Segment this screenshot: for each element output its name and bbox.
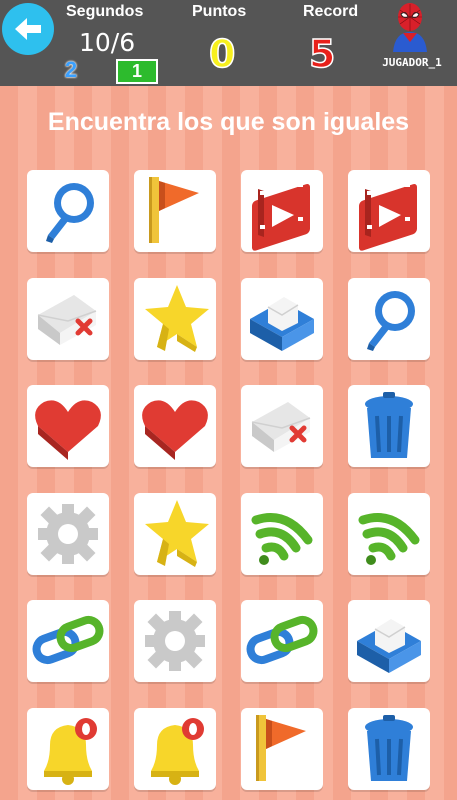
arrow-left-icon [15,18,41,40]
card-tile[interactable] [27,492,109,575]
timer-value: 10/6 [79,28,136,57]
card-tile[interactable] [241,492,323,575]
inbox-icon [250,296,314,351]
card-tile[interactable] [27,170,109,252]
mail-delete-icon [37,294,97,345]
heart-icon [35,400,101,461]
mail-delete-icon [251,402,311,453]
card-tile[interactable] [134,277,216,360]
card-tile[interactable] [134,492,216,575]
card-tile[interactable] [241,170,323,252]
bell-icon [151,717,204,785]
card-tile[interactable] [348,170,430,252]
card-tile[interactable] [348,492,430,575]
instruction-title: Encuentra los que son iguales [47,108,410,136]
card-tile[interactable] [134,385,216,468]
card-tile[interactable] [27,385,109,468]
card-tile[interactable] [27,707,109,790]
points-value: 0 [208,31,236,77]
star-icon [145,499,209,567]
wifi-icon [251,512,313,565]
trash-icon [365,392,413,459]
wifi-icon [358,512,420,565]
record-value: 5 [308,31,336,77]
bell-icon [44,717,97,785]
record-label: Record [303,3,359,20]
card-tile[interactable] [241,707,323,790]
video-icon [359,183,417,251]
trash-icon [365,714,413,781]
flag-icon [256,714,306,781]
back-button[interactable] [2,3,54,55]
star-icon [145,284,209,352]
points-label: Puntos [192,3,247,20]
card-tile[interactable] [27,277,109,360]
seconds-label: Segundos [66,3,144,20]
card-tile[interactable] [27,600,109,683]
card-tile[interactable] [241,277,323,360]
errors-badge: 1 [116,59,158,84]
player-avatar[interactable] [389,2,431,52]
card-grid [27,170,430,790]
card-tile[interactable] [134,600,216,683]
gear-icon [145,611,205,672]
card-tile[interactable] [134,170,216,252]
found-count: 2 [64,57,78,82]
link-icon [246,616,318,665]
player-name: JUGADOR_1 [382,56,442,69]
magnifier-icon [46,183,94,243]
link-icon [32,616,104,665]
gear-icon [38,503,98,564]
video-icon [252,183,310,251]
card-tile[interactable] [134,707,216,790]
card-tile[interactable] [348,707,430,790]
inbox-icon [357,619,421,674]
card-tile[interactable] [241,385,323,468]
card-tile[interactable] [241,600,323,683]
top-bar: Segundos Puntos Record 10/6 2 1 0 5 JUGA… [0,0,457,86]
magnifier-icon [367,290,415,351]
heart-icon [142,400,208,461]
card-tile[interactable] [348,277,430,360]
card-tile[interactable] [348,385,430,468]
card-tile[interactable] [348,600,430,683]
flag-icon [149,177,199,243]
